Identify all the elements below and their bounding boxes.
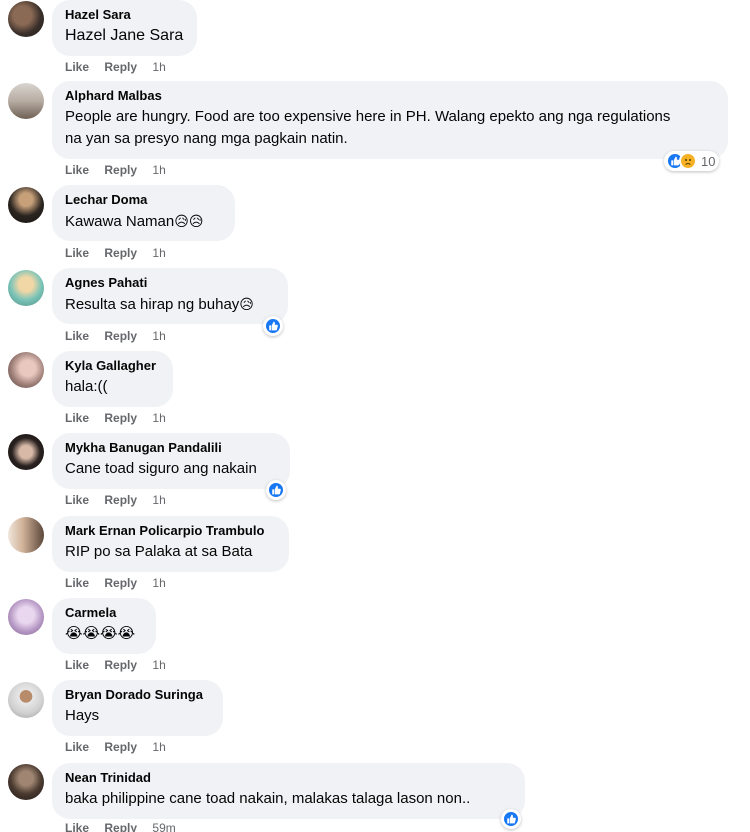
comment-bubble: Bryan Dorado Suringa Hays bbox=[52, 680, 223, 736]
reply-button[interactable]: Reply bbox=[104, 658, 137, 672]
reaction-summary[interactable] bbox=[263, 316, 283, 336]
comment-actions: Like Reply 1h bbox=[65, 493, 178, 507]
comment-time[interactable]: 1h bbox=[152, 576, 165, 590]
comment-actions: Like Reply 1h bbox=[65, 246, 178, 260]
comment-author[interactable]: Kyla Gallagher bbox=[65, 358, 160, 374]
like-button[interactable]: Like bbox=[65, 411, 89, 425]
reply-button[interactable]: Reply bbox=[104, 493, 137, 507]
like-reaction-icon bbox=[267, 481, 285, 499]
comment-bubble: Lechar Doma Kawawa Naman😥😥 bbox=[52, 185, 235, 241]
reply-button[interactable]: Reply bbox=[104, 821, 137, 832]
avatar[interactable] bbox=[8, 352, 44, 388]
comment-text: baka philippine cane toad nakain, malaka… bbox=[65, 790, 471, 807]
like-button[interactable]: Like bbox=[65, 329, 89, 343]
comment-text: Kawawa Naman😥😥 bbox=[65, 210, 222, 233]
avatar[interactable] bbox=[8, 764, 44, 800]
avatar[interactable] bbox=[8, 187, 44, 223]
reply-button[interactable]: Reply bbox=[104, 329, 137, 343]
like-button[interactable]: Like bbox=[65, 740, 89, 754]
comment-time[interactable]: 1h bbox=[152, 493, 165, 507]
avatar[interactable] bbox=[8, 682, 44, 718]
comment-author[interactable]: Agnes Pahati bbox=[65, 275, 275, 291]
comment-bubble: Nean Trinidad baka philippine cane toad … bbox=[52, 763, 525, 819]
comment-actions: Like Reply 1h bbox=[65, 163, 178, 177]
comment-text: RIP po sa Palaka at sa Bata bbox=[65, 543, 253, 560]
comment-text-body: Resulta sa hirap ng buhay bbox=[65, 296, 240, 313]
comment-author[interactable]: Bryan Dorado Suringa bbox=[65, 687, 210, 703]
reaction-summary[interactable] bbox=[501, 809, 521, 829]
like-button[interactable]: Like bbox=[65, 163, 89, 177]
like-button[interactable]: Like bbox=[65, 658, 89, 672]
comment-actions: Like Reply 1h bbox=[65, 411, 178, 425]
comment-text: hala:(( bbox=[65, 378, 108, 395]
comment-time[interactable]: 1h bbox=[152, 411, 165, 425]
comment-text: 😭😭😭😭 bbox=[65, 625, 136, 642]
reply-button[interactable]: Reply bbox=[104, 411, 137, 425]
comment-bubble: Mark Ernan Policarpio Trambulo RIP po sa… bbox=[52, 516, 289, 572]
comment-author[interactable]: Nean Trinidad bbox=[65, 770, 512, 786]
comment-author[interactable]: Mark Ernan Policarpio Trambulo bbox=[65, 523, 276, 539]
comment-actions: Like Reply 1h bbox=[65, 576, 178, 590]
like-button[interactable]: Like bbox=[65, 246, 89, 260]
comment-author[interactable]: Carmela bbox=[65, 605, 143, 621]
like-button[interactable]: Like bbox=[65, 576, 89, 590]
comment-text-body: Kawawa Naman bbox=[65, 213, 175, 230]
sad-reaction-icon bbox=[679, 152, 697, 170]
comment-time[interactable]: 1h bbox=[152, 246, 165, 260]
comment-time[interactable]: 59m bbox=[152, 821, 175, 832]
reaction-count: 10 bbox=[701, 153, 716, 169]
comment-actions: Like Reply 1h bbox=[65, 329, 178, 343]
comment-author[interactable]: Hazel Sara bbox=[65, 7, 184, 23]
comment-bubble: Alphard Malbas People are hungry. Food a… bbox=[52, 81, 728, 159]
comment-time[interactable]: 1h bbox=[152, 163, 165, 177]
sad-emoji: 😥 bbox=[239, 296, 254, 312]
comment-author[interactable]: Mykha Banugan Pandalili bbox=[65, 440, 277, 456]
comment-author[interactable]: Lechar Doma bbox=[65, 192, 222, 208]
like-reaction-icon bbox=[502, 810, 520, 828]
like-button[interactable]: Like bbox=[65, 60, 89, 74]
comment-text: Hazel Jane Sara bbox=[65, 27, 184, 44]
like-reaction-icon bbox=[264, 317, 282, 335]
comment-time[interactable]: 1h bbox=[152, 658, 165, 672]
avatar[interactable] bbox=[8, 1, 44, 37]
reply-button[interactable]: Reply bbox=[104, 740, 137, 754]
comment-actions: Like Reply 59m bbox=[65, 821, 188, 832]
comment-time[interactable]: 1h bbox=[152, 329, 165, 343]
reply-button[interactable]: Reply bbox=[104, 246, 137, 260]
comment-bubble: Mykha Banugan Pandalili Cane toad siguro… bbox=[52, 433, 290, 489]
comment-bubble: Carmela 😭😭😭😭 bbox=[52, 598, 156, 654]
reply-button[interactable]: Reply bbox=[104, 60, 137, 74]
comment-time[interactable]: 1h bbox=[152, 740, 165, 754]
comment-bubble: Kyla Gallagher hala:(( bbox=[52, 351, 173, 407]
avatar[interactable] bbox=[8, 83, 44, 119]
avatar[interactable] bbox=[8, 270, 44, 306]
comment-text: People are hungry. Food are too expensiv… bbox=[65, 108, 671, 147]
comment-bubble: Agnes Pahati Resulta sa hirap ng buhay😥 bbox=[52, 268, 288, 324]
sad-emoji: 😥😥 bbox=[174, 213, 204, 229]
comment-time[interactable]: 1h bbox=[152, 60, 165, 74]
comment-actions: Like Reply 1h bbox=[65, 658, 178, 672]
comment-bubble: Hazel Sara Hazel Jane Sara bbox=[52, 0, 197, 56]
avatar[interactable] bbox=[8, 517, 44, 553]
avatar[interactable] bbox=[8, 434, 44, 470]
avatar[interactable] bbox=[8, 599, 44, 635]
like-button[interactable]: Like bbox=[65, 493, 89, 507]
comment-text: Cane toad siguro ang nakain bbox=[65, 460, 257, 477]
reply-button[interactable]: Reply bbox=[104, 163, 137, 177]
comment-text: Hays bbox=[65, 707, 100, 724]
comment-actions: Like Reply 1h bbox=[65, 60, 178, 74]
reaction-summary[interactable] bbox=[266, 480, 286, 500]
comment-text: Resulta sa hirap ng buhay😥 bbox=[65, 293, 275, 316]
comment-actions: Like Reply 1h bbox=[65, 740, 178, 754]
reaction-summary[interactable]: 10 bbox=[664, 151, 720, 171]
reply-button[interactable]: Reply bbox=[104, 576, 137, 590]
like-button[interactable]: Like bbox=[65, 821, 89, 832]
comment-author[interactable]: Alphard Malbas bbox=[65, 88, 715, 104]
